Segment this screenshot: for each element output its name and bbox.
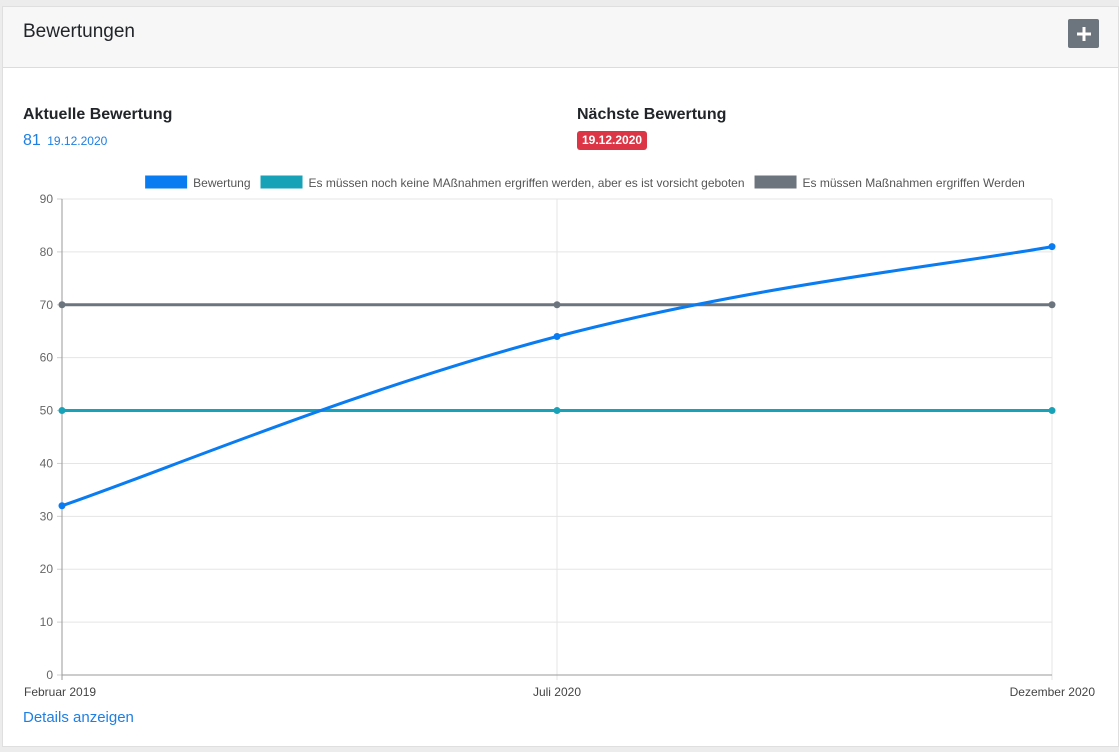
y-tick-label: 70	[40, 298, 54, 312]
data-point	[553, 333, 561, 341]
y-tick-label: 30	[40, 509, 54, 523]
rating-line-chart: 0 10 20 30 40 50 60 70 80 90 Februar 2019 Juli 2020…	[24, 175, 1096, 699]
y-tick-label: 40	[40, 456, 54, 470]
x-tick-label: Februar 2019	[24, 685, 96, 699]
data-point	[58, 407, 66, 415]
data-point	[1048, 407, 1056, 415]
legend-item[interactable]: Es müssen noch keine MAßnahmen ergriffen…	[260, 175, 745, 191]
legend-label: Bewertung	[193, 176, 250, 190]
legend-item[interactable]: Es müssen Maßnahmen ergriffen Werden	[754, 175, 1025, 191]
y-tick-label: 50	[40, 404, 54, 418]
y-tick-label: 90	[40, 192, 54, 206]
details-link[interactable]: Details anzeigen	[23, 709, 134, 726]
y-tick-label: 10	[40, 615, 54, 629]
data-point	[1048, 243, 1056, 251]
x-tick-label: Juli 2020	[533, 685, 581, 699]
y-tick-label: 20	[40, 562, 54, 576]
data-point	[58, 502, 66, 510]
legend-label: Es müssen Maßnahmen ergriffen Werden	[803, 176, 1025, 190]
data-point	[553, 407, 561, 415]
data-point	[1048, 301, 1056, 309]
x-tick-label: Dezember 2020	[1010, 685, 1096, 699]
legend-swatch	[754, 175, 797, 189]
legend-swatch	[260, 175, 303, 189]
legend-swatch	[145, 175, 188, 189]
y-tick-label: 80	[40, 245, 54, 259]
legend-label: Es müssen noch keine MAßnahmen ergriffen…	[309, 176, 745, 190]
data-point	[553, 301, 561, 309]
y-tick-label: 0	[46, 668, 53, 682]
y-tick-label: 60	[40, 351, 54, 365]
data-point	[58, 301, 66, 309]
ratings-card: Bewertungen Aktuelle Bewertung 81 19.12.…	[2, 6, 1119, 747]
legend-item[interactable]: Bewertung	[145, 175, 251, 191]
